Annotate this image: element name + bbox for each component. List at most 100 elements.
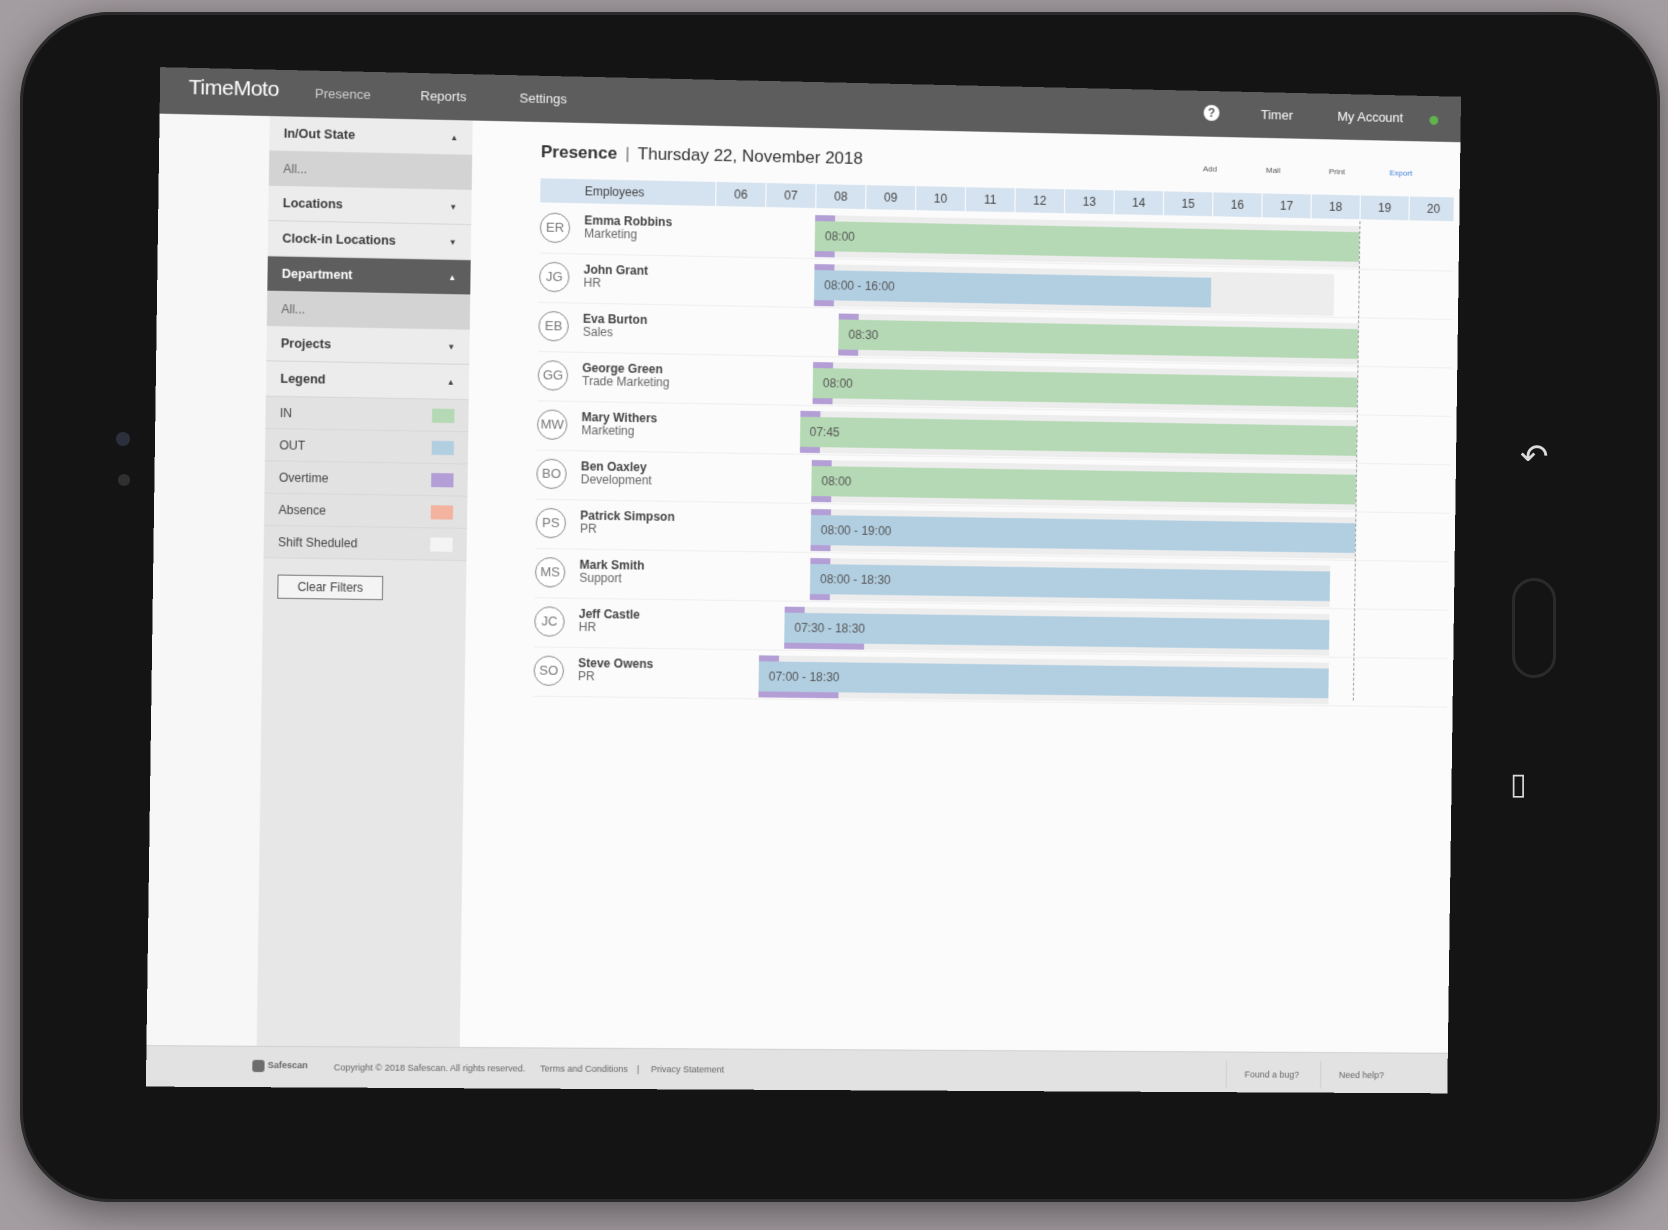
add-button[interactable]: Add	[1203, 164, 1217, 173]
caret-down-icon: ▼	[447, 341, 456, 352]
hour-cell: 12	[1014, 188, 1065, 214]
nav-settings[interactable]: Settings	[519, 90, 567, 106]
employee-department: PR	[579, 521, 597, 536]
avatar: JG	[538, 261, 570, 293]
legend-item-absence: Absence	[264, 493, 468, 529]
legend-item-shift-scheduled: Shift Sheduled	[263, 525, 467, 562]
hour-cell: 19	[1359, 195, 1409, 221]
hour-cell: 11	[964, 187, 1015, 213]
home-button[interactable]	[1512, 578, 1556, 678]
filter-department[interactable]: Department ▲	[267, 256, 471, 296]
legend-label: Shift Sheduled	[277, 534, 358, 550]
employee-rows: ER Emma Robbins Marketing 08:00 JG John Grant…	[533, 204, 1454, 708]
app-logo[interactable]: TimeMoto	[188, 76, 279, 102]
overtime-marker	[814, 251, 835, 258]
avatar: SO	[533, 655, 565, 686]
app-screen: TimeMoto Presence Reports Settings ? Tim…	[145, 67, 1462, 1094]
mail-button[interactable]: Mail	[1266, 166, 1281, 175]
department-value[interactable]: All...	[266, 291, 471, 330]
overtime-marker	[809, 593, 830, 601]
filter-label: In/Out State	[283, 126, 356, 143]
found-bug-link[interactable]: Found a bug?	[1225, 1060, 1318, 1089]
employee-department: Support	[579, 570, 622, 586]
presence-bar-label: 07:45	[809, 424, 840, 440]
nav-presence[interactable]: Presence	[315, 86, 371, 102]
timer-link[interactable]: Timer	[1261, 107, 1293, 123]
avatar: MS	[534, 557, 566, 588]
employee-department: HR	[583, 275, 602, 290]
caret-down-icon: ▼	[448, 237, 457, 247]
legend-header[interactable]: Legend ▲	[265, 361, 470, 401]
avatar: PS	[535, 507, 567, 539]
in-out-state-value[interactable]: All...	[268, 151, 473, 190]
recent-apps-icon[interactable]: ▯	[1510, 767, 1527, 802]
employee-department: Marketing	[581, 423, 635, 439]
presence-bar-label: 08:00	[821, 474, 852, 489]
print-button[interactable]: Print	[1329, 167, 1345, 176]
filter-in-out-state[interactable]: In/Out State ▲	[269, 116, 473, 156]
avatar: ER	[539, 212, 571, 244]
page-title: Presence | Thursday 22, November 2018	[541, 142, 863, 169]
hour-cell: 08	[815, 184, 866, 210]
nav-reports[interactable]: Reports	[420, 88, 466, 104]
hour-cell: 06	[715, 181, 766, 208]
presence-bar-label: 08:30	[848, 327, 879, 343]
avatar: MW	[536, 409, 568, 440]
avatar: BO	[536, 458, 567, 490]
caret-down-icon: ▼	[449, 202, 458, 212]
legend-title: Legend	[280, 371, 326, 387]
legend-label: IN	[279, 405, 293, 420]
need-help-link[interactable]: Need help?	[1320, 1060, 1402, 1090]
legend-item-in: IN	[265, 396, 469, 433]
hour-cell: 16	[1212, 192, 1262, 218]
employee-department: PR	[577, 669, 595, 684]
overtime-marker	[810, 544, 831, 552]
footer-copyright: Copyright © 2018 Safescan. All rights re…	[333, 1062, 526, 1074]
legend-swatch	[432, 408, 455, 423]
overtime-marker	[812, 398, 833, 405]
safescan-logo-icon	[252, 1059, 265, 1073]
presence-bar-label: 07:30 - 18:30	[794, 620, 866, 636]
left-gutter	[146, 113, 270, 1047]
employee-department: Development	[580, 472, 652, 488]
presence-bar-label: 08:00	[824, 229, 855, 244]
caret-up-icon: ▲	[450, 132, 459, 142]
overtime-marker	[799, 446, 820, 454]
privacy-link[interactable]: Privacy Statement	[651, 1064, 724, 1074]
back-icon[interactable]: ↶	[1520, 437, 1549, 477]
filter-sidebar: In/Out State ▲ All... Locations ▼ Clock-…	[256, 116, 473, 1048]
help-icon[interactable]: ?	[1203, 104, 1220, 122]
page-title-text: Presence	[540, 142, 618, 163]
presence-main: Presence | Thursday 22, November 2018 Add …	[492, 121, 1460, 1054]
presence-bar-label: 07:00 - 18:30	[768, 669, 840, 685]
filter-locations[interactable]: Locations ▼	[268, 185, 472, 226]
legend-swatch	[430, 504, 454, 520]
caret-up-icon: ▲	[446, 377, 455, 387]
legend-swatch	[430, 536, 453, 552]
legend-label: Absence	[278, 502, 327, 518]
sensor-dot	[118, 474, 130, 486]
employees-column-header: Employees	[584, 184, 645, 200]
hour-cell: 14	[1113, 190, 1164, 216]
legend-item-out: OUT	[264, 428, 469, 465]
employee-department: Sales	[582, 324, 614, 340]
filter-projects[interactable]: Projects ▼	[266, 325, 470, 365]
employee-row[interactable]: SO Steve Owens PR 07:00 - 18:30	[533, 647, 1448, 708]
filter-clockin-locations[interactable]: Clock-in Locations ▼	[267, 221, 472, 261]
avatar: EB	[538, 310, 569, 342]
export-button[interactable]: Export	[1389, 168, 1412, 177]
clear-filters-button[interactable]: Clear Filters	[277, 574, 384, 601]
footer-brand-text: Safescan	[267, 1060, 308, 1071]
title-separator: |	[625, 143, 630, 164]
legend-label: Overtime	[278, 470, 329, 485]
online-status-icon	[1429, 115, 1439, 125]
terms-link[interactable]: Terms and Conditions	[540, 1064, 628, 1075]
overtime-marker	[784, 642, 865, 650]
presence-bar-label: 08:00 - 18:30	[819, 572, 891, 588]
overtime-marker	[758, 691, 839, 699]
avatar: JC	[534, 606, 565, 637]
hour-cell: 10	[915, 186, 966, 212]
employee-department: HR	[578, 619, 597, 635]
filter-label: Locations	[282, 196, 343, 212]
my-account-link[interactable]: My Account	[1337, 109, 1403, 125]
